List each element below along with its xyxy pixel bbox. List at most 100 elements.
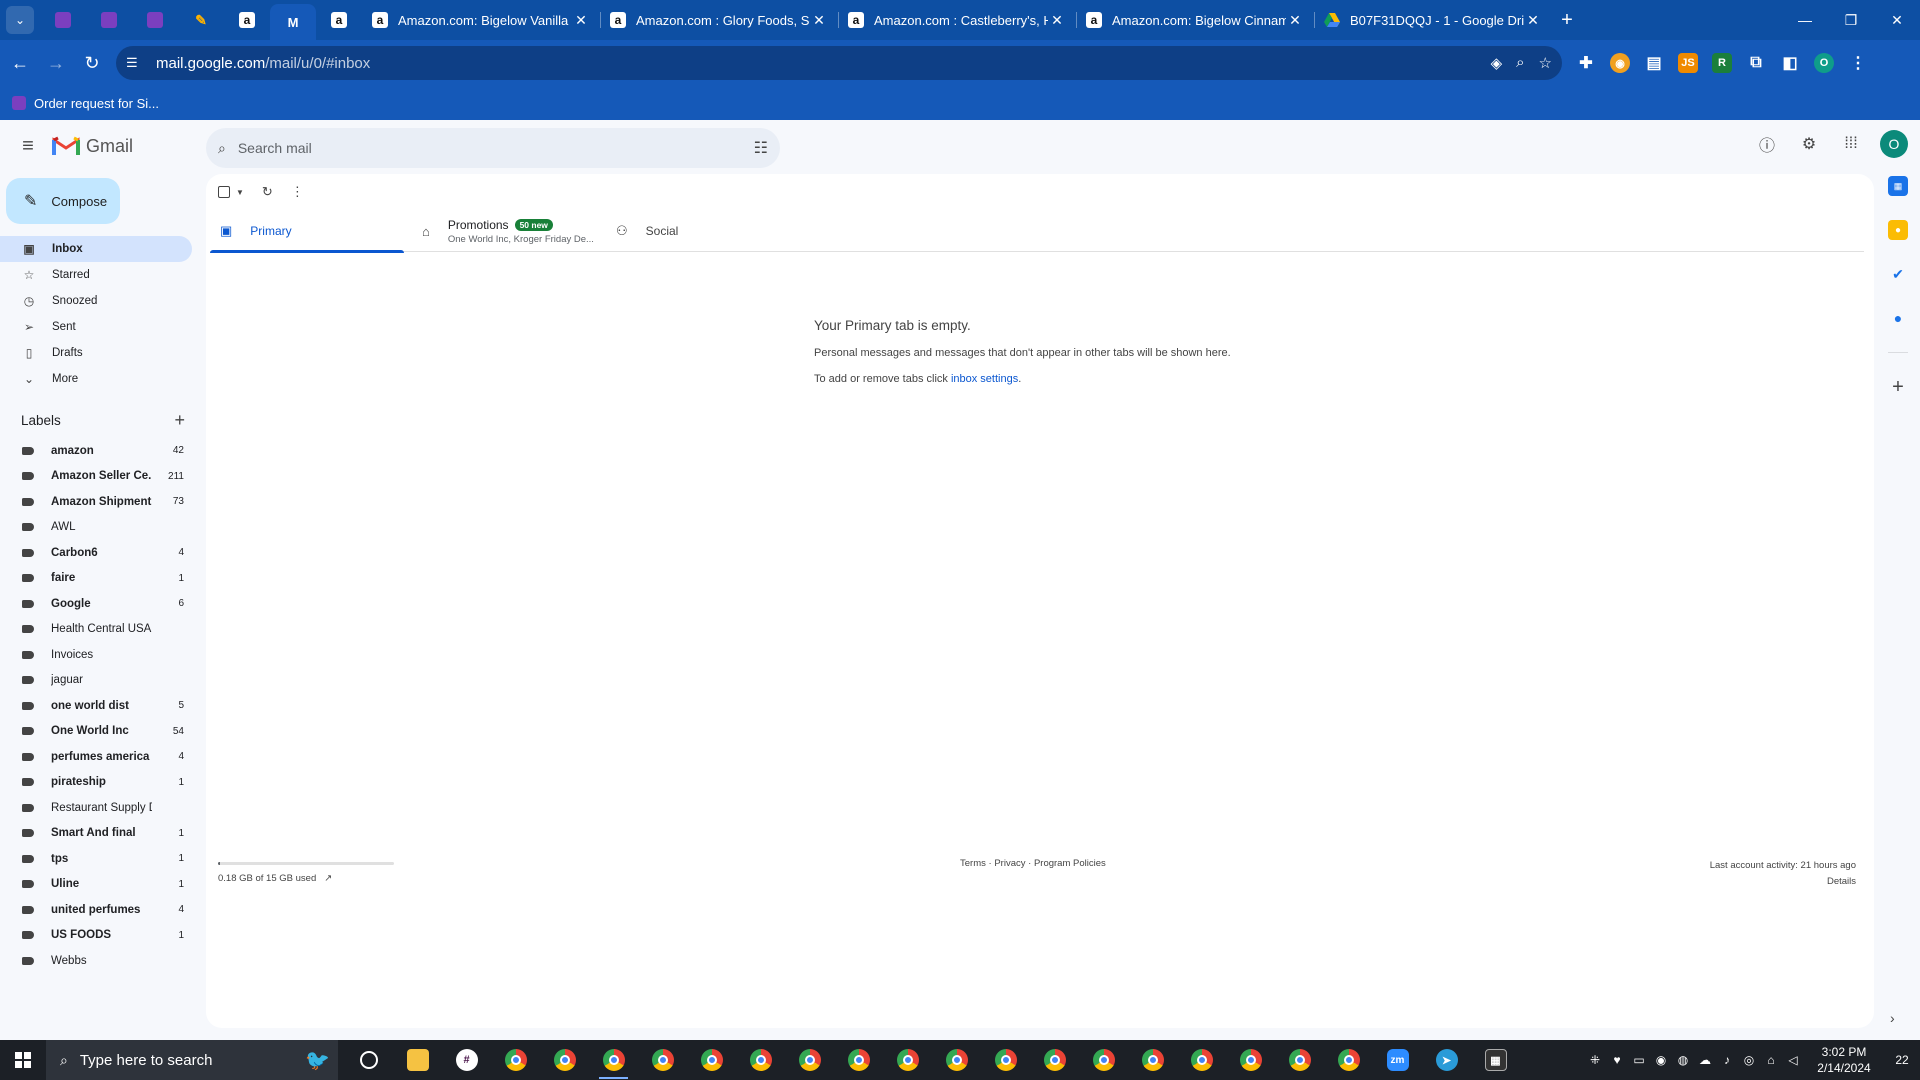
taskbar-app[interactable] [785,1040,834,1080]
pinned-tab[interactable]: ✎ [178,0,224,40]
search-icon[interactable]: ⌕ [218,140,226,157]
label-item[interactable]: AWL [0,515,192,541]
taskbar-app[interactable] [1275,1040,1324,1080]
taskbar-app[interactable] [344,1040,393,1080]
label-item[interactable]: perfumes america 4 [0,744,192,770]
label-item[interactable]: tps 1 [0,846,192,872]
get-addons-icon[interactable]: + [1888,376,1908,398]
microphone-icon[interactable]: ♪ [1716,1053,1738,1067]
system-clock[interactable]: 3:02 PM 2/14/2024 [1804,1044,1884,1076]
label-item[interactable]: Google 6 [0,591,192,617]
close-tab-icon[interactable]: ✕ [810,12,828,29]
extension-js-icon[interactable]: JS [1678,53,1698,73]
pinned-tab[interactable] [132,0,178,40]
inbox-settings-link[interactable]: inbox settings [951,373,1018,385]
extension-puzzle-blue-icon[interactable]: ✚ [1576,53,1596,73]
notification-center-button[interactable]: 22 [1884,1053,1920,1067]
create-label-icon[interactable]: + [174,410,185,431]
taskbar-app[interactable]: zm [1373,1040,1422,1080]
label-item[interactable]: Invoices [0,642,192,668]
taskbar-app[interactable] [883,1040,932,1080]
start-button[interactable] [0,1040,46,1080]
browser-tab[interactable]: B07F31DQQJ - 1 - Google Drive ✕ [1314,0,1552,40]
keep-icon[interactable]: ● [1888,220,1908,240]
taskbar-app[interactable] [491,1040,540,1080]
nav-item-sent[interactable]: ➢ Sent [0,314,192,340]
pinned-tab[interactable] [40,0,86,40]
privacy-link[interactable]: Privacy [994,858,1025,869]
taskbar-app[interactable] [638,1040,687,1080]
browser-tab[interactable]: a Amazon.com : Glory Foods, Sea ✕ [600,0,838,40]
extension-image-icon[interactable]: ▤ [1644,53,1664,73]
tab-primary[interactable]: ▣ Primary [210,210,404,253]
label-item[interactable]: Smart And final 1 [0,821,192,847]
nav-item-snoozed[interactable]: ◷ Snoozed [0,288,192,314]
label-item[interactable]: Amazon Seller Ce... 211 [0,464,192,490]
taskbar-app[interactable]: ➤ [1422,1040,1471,1080]
google-apps-icon[interactable]: ⁞⁞⁞ [1838,131,1864,157]
taskbar-app[interactable] [1128,1040,1177,1080]
browser-tab[interactable]: a Amazon.com: Bigelow Vanilla C ✕ [362,0,600,40]
browser-tab[interactable]: a Amazon.com : Castleberry's, Ho ✕ [838,0,1076,40]
site-settings-icon[interactable]: ☰ [126,55,146,71]
reload-button[interactable]: ↻ [76,47,108,79]
label-item[interactable]: amazon 42 [0,438,192,464]
account-avatar[interactable]: O [1880,130,1908,158]
network-status-icon[interactable]: ⁜ [1584,1053,1606,1067]
minimize-button[interactable]: — [1782,0,1828,40]
label-item[interactable]: Health Central USA [0,617,192,643]
label-item[interactable]: pirateship 1 [0,770,192,796]
close-tab-icon[interactable]: ✕ [1286,12,1304,29]
onedrive-icon[interactable]: ☁ [1694,1053,1716,1067]
select-dropdown-icon[interactable]: ▼ [236,188,244,197]
browser-tab[interactable]: a Amazon.com: Bigelow Cinnamo ✕ [1076,0,1314,40]
nav-item-starred[interactable]: ☆ Starred [0,262,192,288]
compose-button[interactable]: ✎ Compose [6,178,120,224]
side-panel-icon[interactable]: ◧ [1780,53,1800,73]
camera-icon[interactable]: ◎ [1738,1053,1760,1067]
taskbar-app[interactable] [1226,1040,1275,1080]
wifi-icon[interactable]: ⌂ [1760,1053,1782,1067]
details-link[interactable]: Details [1710,874,1856,890]
zoom-icon[interactable]: ⌕ [1516,54,1524,72]
chrome-tray-icon[interactable]: ◍ [1672,1053,1694,1067]
nav-item-drafts[interactable]: ▯ Drafts [0,340,192,366]
contacts-icon[interactable]: ● [1888,308,1908,328]
more-actions-icon[interactable]: ⋮ [291,184,304,200]
taskbar-search[interactable]: ⌕ Type here to search 🐦 [46,1040,338,1080]
settings-gear-icon[interactable]: ⚙ [1796,131,1822,157]
show-side-panel-icon[interactable]: › [1890,1010,1895,1026]
eye-icon[interactable]: ◈ [1491,54,1503,72]
taskbar-app[interactable] [540,1040,589,1080]
tab-promotions[interactable]: ⌂ Promotions 50 new One World Inc, Kroge… [404,210,606,252]
taskbar-app[interactable] [589,1040,638,1080]
tab-social[interactable]: ⚇ Social [606,210,746,252]
program-policies-link[interactable]: Program Policies [1034,858,1106,869]
label-item[interactable]: Carbon6 4 [0,540,192,566]
label-item[interactable]: united perfumes 4 [0,897,192,923]
pinned-tab[interactable]: a [224,0,270,40]
taskbar-app[interactable] [1079,1040,1128,1080]
terms-link[interactable]: Terms [960,858,986,869]
label-item[interactable]: One World Inc 54 [0,719,192,745]
taskbar-app[interactable] [687,1040,736,1080]
close-tab-icon[interactable]: ✕ [572,12,590,29]
address-bar[interactable]: ☰ mail.google.com/mail/u/0/#inbox ◈ ⌕ ☆ [116,46,1562,80]
extension-orange-icon[interactable]: ◉ [1610,53,1630,73]
label-item[interactable]: faire 1 [0,566,192,592]
restore-button[interactable]: ❐ [1828,0,1874,40]
forward-button[interactable]: → [40,47,72,79]
bookmark-order-request[interactable]: Order request for Si... [34,96,159,111]
label-item[interactable]: Restaurant Supply D [0,795,192,821]
back-button[interactable]: ← [4,47,36,79]
taskbar-app[interactable] [932,1040,981,1080]
help-icon[interactable]: ⓘ [1754,131,1780,157]
browser-menu-icon[interactable]: ⋮ [1848,53,1868,73]
pinned-tab[interactable] [86,0,132,40]
close-tab-icon[interactable]: ✕ [1048,12,1066,29]
profile-avatar[interactable]: O [1814,53,1834,73]
gmail-logo[interactable]: Gmail [52,135,133,157]
taskbar-app[interactable]: ▦ [1471,1040,1520,1080]
close-tab-icon[interactable]: ✕ [1524,12,1542,29]
display-icon[interactable]: ▭ [1628,1053,1650,1067]
